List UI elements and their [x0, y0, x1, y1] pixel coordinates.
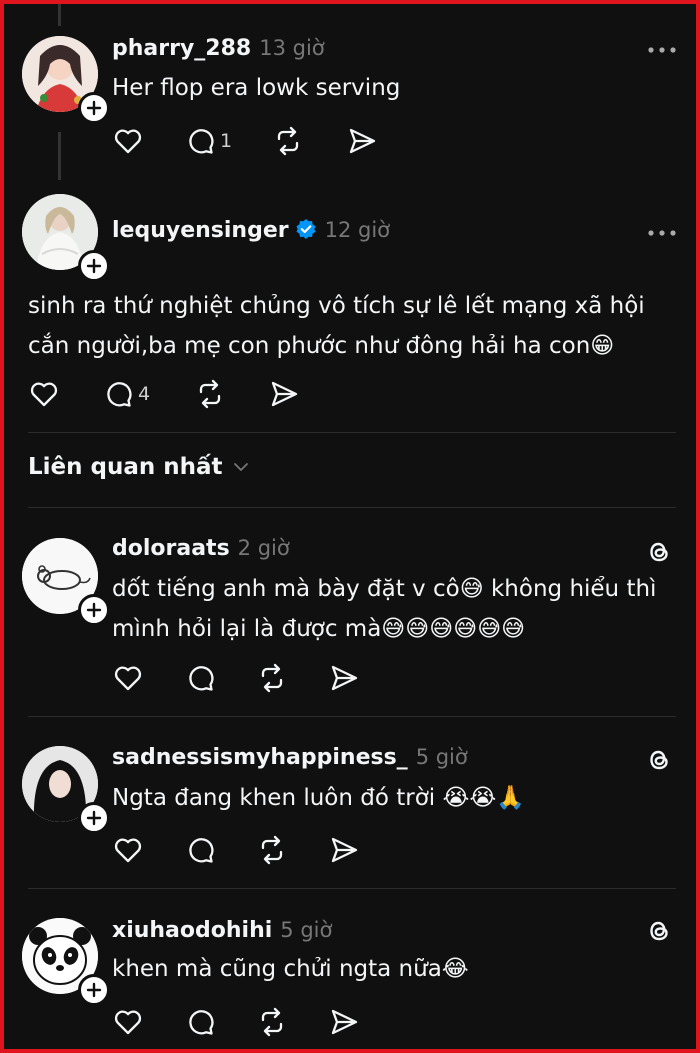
divider — [28, 432, 676, 433]
heart-icon — [30, 382, 58, 407]
heart-icon — [114, 666, 142, 691]
timestamp: 5 giờ — [415, 745, 468, 769]
share-button[interactable] — [328, 1004, 360, 1040]
heart-icon — [114, 838, 142, 863]
send-icon — [271, 381, 298, 407]
comment-text-line: mình hỏi lại là được mà😅😅😅😅😅😅 — [112, 616, 526, 642]
reply-button[interactable] — [184, 660, 216, 696]
thread-connector — [58, 132, 61, 180]
comment-text-line: dốt tiếng anh mà bày đặt v cô😅 không hiể… — [112, 576, 657, 602]
reply-button[interactable] — [184, 1004, 216, 1040]
follow-plus-icon[interactable] — [78, 594, 110, 626]
reply-button[interactable] — [184, 832, 216, 868]
avatar-doloraats[interactable] — [22, 538, 110, 626]
reply-count: 1 — [220, 130, 233, 152]
repost-button[interactable] — [256, 1004, 288, 1040]
post-text-line: cắn người,ba mẹ con phước như đông hải h… — [28, 333, 615, 359]
post-username[interactable]: lequyensinger 12 giờ — [112, 218, 390, 243]
feed-frame: pharry_288 13 giờ Her flop era lowk servi… — [0, 0, 700, 1053]
follow-plus-icon[interactable] — [78, 802, 110, 834]
send-icon — [349, 128, 376, 154]
timestamp: 12 giờ — [324, 218, 391, 242]
comment-actions — [112, 832, 412, 868]
follow-plus-icon[interactable] — [78, 974, 110, 1006]
comment-text: dốt tiếng anh mà bày đặt v cô😅 không hiể… — [112, 569, 656, 649]
thread-connector — [58, 4, 61, 26]
avatar-lequyensinger[interactable] — [22, 194, 110, 282]
repost-button[interactable] — [256, 660, 288, 696]
avatar-sadnessismyhappiness[interactable] — [22, 746, 110, 834]
username-text[interactable]: lequyensinger — [112, 218, 289, 243]
like-button[interactable] — [28, 376, 60, 412]
comment-username[interactable]: xiuhaodohihi 5 giờ — [112, 918, 332, 943]
heart-icon — [114, 129, 142, 154]
username-text[interactable]: xiuhaodohihi — [112, 918, 272, 943]
share-button[interactable] — [346, 123, 378, 159]
heart-icon — [114, 1010, 142, 1035]
like-button[interactable] — [112, 660, 144, 696]
send-icon — [331, 1009, 358, 1035]
post-actions: 1 — [112, 123, 412, 159]
username-text[interactable]: doloraats — [112, 536, 230, 561]
post-text: sinh ra thứ nghiệt chủng vô tích sự lê l… — [28, 286, 688, 366]
threads-logo-icon[interactable] — [644, 745, 674, 775]
timestamp: 13 giờ — [259, 36, 325, 60]
like-button[interactable] — [112, 123, 144, 159]
comment-username[interactable]: doloraats 2 giờ — [112, 536, 290, 561]
like-button[interactable] — [112, 1004, 144, 1040]
send-icon — [331, 837, 358, 863]
comment-text: Ngta đang khen luôn đó trời 😭😭🙏 — [112, 785, 525, 811]
comment-actions — [112, 660, 412, 696]
repost-icon — [261, 835, 283, 865]
follow-plus-icon[interactable] — [78, 250, 110, 282]
verified-badge-icon — [296, 219, 316, 239]
repost-button[interactable] — [256, 832, 288, 868]
timestamp: 5 giờ — [280, 918, 333, 942]
comment-icon — [189, 1010, 214, 1035]
chevron-down-icon — [233, 463, 248, 471]
repost-button[interactable] — [194, 376, 226, 412]
reply-count: 4 — [138, 383, 151, 405]
username-text[interactable]: sadnessismyhappiness_ — [112, 745, 408, 770]
divider — [28, 507, 676, 508]
reply-button[interactable]: 1 — [184, 123, 232, 159]
repost-icon — [199, 379, 221, 409]
share-button[interactable] — [328, 660, 360, 696]
reply-button[interactable]: 4 — [102, 376, 150, 412]
like-button[interactable] — [112, 832, 144, 868]
post-actions: 4 — [28, 376, 328, 412]
comment-username[interactable]: sadnessismyhappiness_ 5 giờ — [112, 745, 468, 770]
share-button[interactable] — [268, 376, 300, 412]
comment-text: khen mà cũng chửi ngta nữa😂 — [112, 956, 469, 982]
post-username[interactable]: pharry_288 13 giờ — [112, 36, 325, 61]
divider — [28, 716, 676, 717]
timestamp: 2 giờ — [237, 536, 290, 560]
send-icon — [331, 665, 358, 691]
threads-logo-icon[interactable] — [644, 916, 674, 946]
comment-icon — [189, 838, 214, 863]
comment-icon — [107, 382, 132, 407]
comment-actions — [112, 1004, 412, 1040]
threads-logo-icon[interactable] — [644, 537, 674, 567]
repost-button[interactable] — [272, 123, 304, 159]
post-text-line: sinh ra thứ nghiệt chủng vô tích sự lê l… — [28, 293, 645, 319]
sort-label: Liên quan nhất — [28, 454, 223, 480]
more-dots-icon[interactable] — [646, 223, 678, 243]
post-text: Her flop era lowk serving — [112, 75, 401, 101]
avatar-xiuhaodohihi[interactable] — [22, 918, 110, 1006]
divider — [28, 888, 676, 889]
comment-icon — [189, 666, 214, 691]
sort-dropdown[interactable]: Liên quan nhất — [28, 454, 251, 480]
more-dots-icon[interactable] — [646, 40, 678, 60]
repost-icon — [261, 663, 283, 693]
share-button[interactable] — [328, 832, 360, 868]
repost-icon — [277, 126, 299, 156]
username-text[interactable]: pharry_288 — [112, 36, 251, 61]
comment-icon — [189, 129, 214, 154]
follow-plus-icon[interactable] — [78, 92, 110, 124]
repost-icon — [261, 1007, 283, 1037]
avatar-pharry[interactable] — [22, 36, 110, 124]
